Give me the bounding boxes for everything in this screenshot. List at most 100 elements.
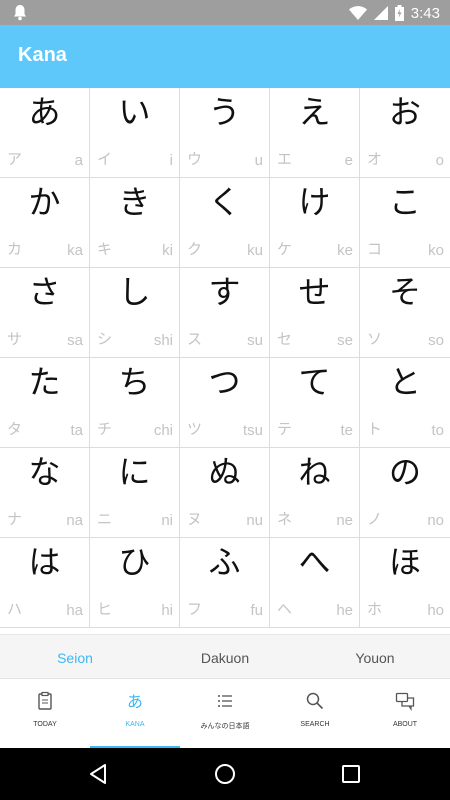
nav-item-label: みんなの日本語 — [200, 723, 250, 730]
romaji-label: tsu — [242, 422, 263, 439]
sub-tab-bar: Seion Dakuon Youon — [0, 634, 450, 679]
romaji-label: ha — [66, 602, 83, 619]
status-time: 3:43 — [410, 4, 440, 22]
kana-cell[interactable]: ふフ fu — [180, 538, 270, 627]
kana-cell[interactable]: けケ ke — [270, 178, 360, 267]
kana-cell[interactable]: そソ so — [360, 268, 450, 357]
kana-cell[interactable]: たタ ta — [0, 358, 90, 447]
katakana-char: ス — [187, 330, 203, 348]
kana-cell[interactable]: ほホ ho — [360, 538, 450, 627]
hiragana-char: て — [298, 363, 331, 401]
kana-cell[interactable]: しシ shi — [90, 268, 180, 357]
kana-cell[interactable]: ぬヌ nu — [180, 448, 270, 537]
nav-item-label: KANA — [125, 721, 145, 728]
romaji-label: na — [66, 512, 83, 529]
katakana-char: セ — [277, 330, 293, 348]
kana-cell[interactable]: とト to — [360, 358, 450, 447]
hiragana-char: と — [388, 363, 421, 401]
kana-cell[interactable]: おオ o — [360, 88, 450, 177]
romaji-label: fu — [250, 602, 263, 619]
recents-icon[interactable] — [339, 762, 363, 786]
kana-a-icon: あ — [127, 692, 143, 711]
kana-row: なナ na にニ ni ぬヌ nu ねネ ne のノ no — [0, 448, 450, 538]
romaji-label: u — [254, 152, 263, 169]
romaji-label: te — [340, 422, 353, 439]
romaji-label: sa — [67, 332, 83, 349]
romaji-label: he — [336, 602, 353, 619]
kana-cell[interactable]: うウ u — [180, 88, 270, 177]
hiragana-char: た — [28, 363, 61, 401]
kana-grid: あア a いイ i うウ u えエ e おオ o かカ ka きキ ki くク ku けケ ke こコ ko さサ sa し… — [0, 88, 450, 634]
kana-row: あア a いイ i うウ u えエ e おオ o — [0, 88, 450, 178]
nav-item-label: ABOUT — [392, 721, 418, 728]
romaji-label: ko — [428, 242, 444, 259]
kana-cell[interactable]: なナ na — [0, 448, 90, 537]
nav-item-search[interactable]: SEARCH — [270, 679, 360, 749]
katakana-char: フ — [187, 600, 203, 618]
kana-cell[interactable]: きキ ki — [90, 178, 180, 267]
nav-item-minna-no-nihongo[interactable]: みんなの日本語 — [180, 679, 270, 749]
romaji-label: hi — [161, 602, 173, 619]
kana-cell[interactable]: ちチ chi — [90, 358, 180, 447]
kana-row: はハ ha ひヒ hi ふフ fu へヘ he ほホ ho — [0, 538, 450, 628]
back-icon[interactable] — [86, 762, 110, 786]
katakana-char: タ — [7, 420, 23, 438]
kana-cell[interactable]: のノ no — [360, 448, 450, 537]
svg-text:あ: あ — [127, 692, 143, 711]
katakana-char: ヘ — [277, 600, 293, 618]
romaji-label: ki — [162, 242, 173, 259]
hiragana-char: い — [118, 93, 151, 131]
kana-cell[interactable]: さサ sa — [0, 268, 90, 357]
hiragana-char: す — [208, 273, 241, 311]
romaji-label: nu — [246, 512, 263, 529]
kana-cell[interactable]: せセ se — [270, 268, 360, 357]
kana-cell[interactable]: くク ku — [180, 178, 270, 267]
romaji-label: e — [344, 152, 353, 169]
katakana-char: ナ — [7, 510, 23, 528]
kana-cell[interactable]: こコ ko — [360, 178, 450, 267]
katakana-char: ツ — [187, 420, 203, 438]
kana-cell[interactable]: はハ ha — [0, 538, 90, 627]
kana-cell[interactable]: ねネ ne — [270, 448, 360, 537]
hiragana-char: つ — [208, 363, 241, 401]
kana-row: かカ ka きキ ki くク ku けケ ke こコ ko — [0, 178, 450, 268]
app-bar: Kana — [0, 25, 450, 88]
katakana-char: ケ — [277, 240, 293, 258]
katakana-char: ヌ — [187, 510, 203, 528]
nav-item-kana[interactable]: あ KANA — [90, 679, 180, 749]
home-icon[interactable] — [213, 762, 237, 786]
katakana-char: ネ — [277, 510, 293, 528]
kana-cell[interactable]: てテ te — [270, 358, 360, 447]
katakana-char: ハ — [7, 600, 23, 618]
romaji-label: ne — [336, 512, 353, 529]
nav-item-about[interactable]: ABOUT — [360, 679, 450, 749]
kana-cell[interactable]: ひヒ hi — [90, 538, 180, 627]
nav-item-today[interactable]: TODAY — [0, 679, 90, 749]
kana-cell[interactable]: つツ tsu — [180, 358, 270, 447]
search-icon — [306, 692, 324, 710]
romaji-label: a — [74, 152, 83, 169]
tab-seion[interactable]: Seion — [0, 635, 150, 679]
hiragana-char: せ — [298, 273, 331, 311]
hiragana-char: ね — [298, 453, 331, 491]
katakana-char: ソ — [367, 330, 383, 348]
kana-cell[interactable]: にニ ni — [90, 448, 180, 537]
katakana-char: チ — [97, 420, 113, 438]
katakana-char: カ — [7, 240, 23, 258]
kana-row: たタ ta ちチ chi つツ tsu てテ te とト to — [0, 358, 450, 448]
hiragana-char: し — [118, 273, 151, 311]
kana-cell[interactable]: すス su — [180, 268, 270, 357]
system-navigation-bar — [0, 748, 450, 800]
romaji-label: ke — [337, 242, 353, 259]
kana-cell[interactable]: へヘ he — [270, 538, 360, 627]
kana-cell[interactable]: いイ i — [90, 88, 180, 177]
notification-bell-icon — [14, 5, 26, 21]
romaji-label: ku — [247, 242, 263, 259]
clipboard-icon — [38, 691, 52, 710]
kana-cell[interactable]: あア a — [0, 88, 90, 177]
page-title: Kana — [18, 44, 67, 66]
kana-cell[interactable]: えエ e — [270, 88, 360, 177]
tab-dakuon[interactable]: Dakuon — [150, 635, 300, 679]
kana-cell[interactable]: かカ ka — [0, 178, 90, 267]
tab-youon[interactable]: Youon — [300, 635, 450, 679]
